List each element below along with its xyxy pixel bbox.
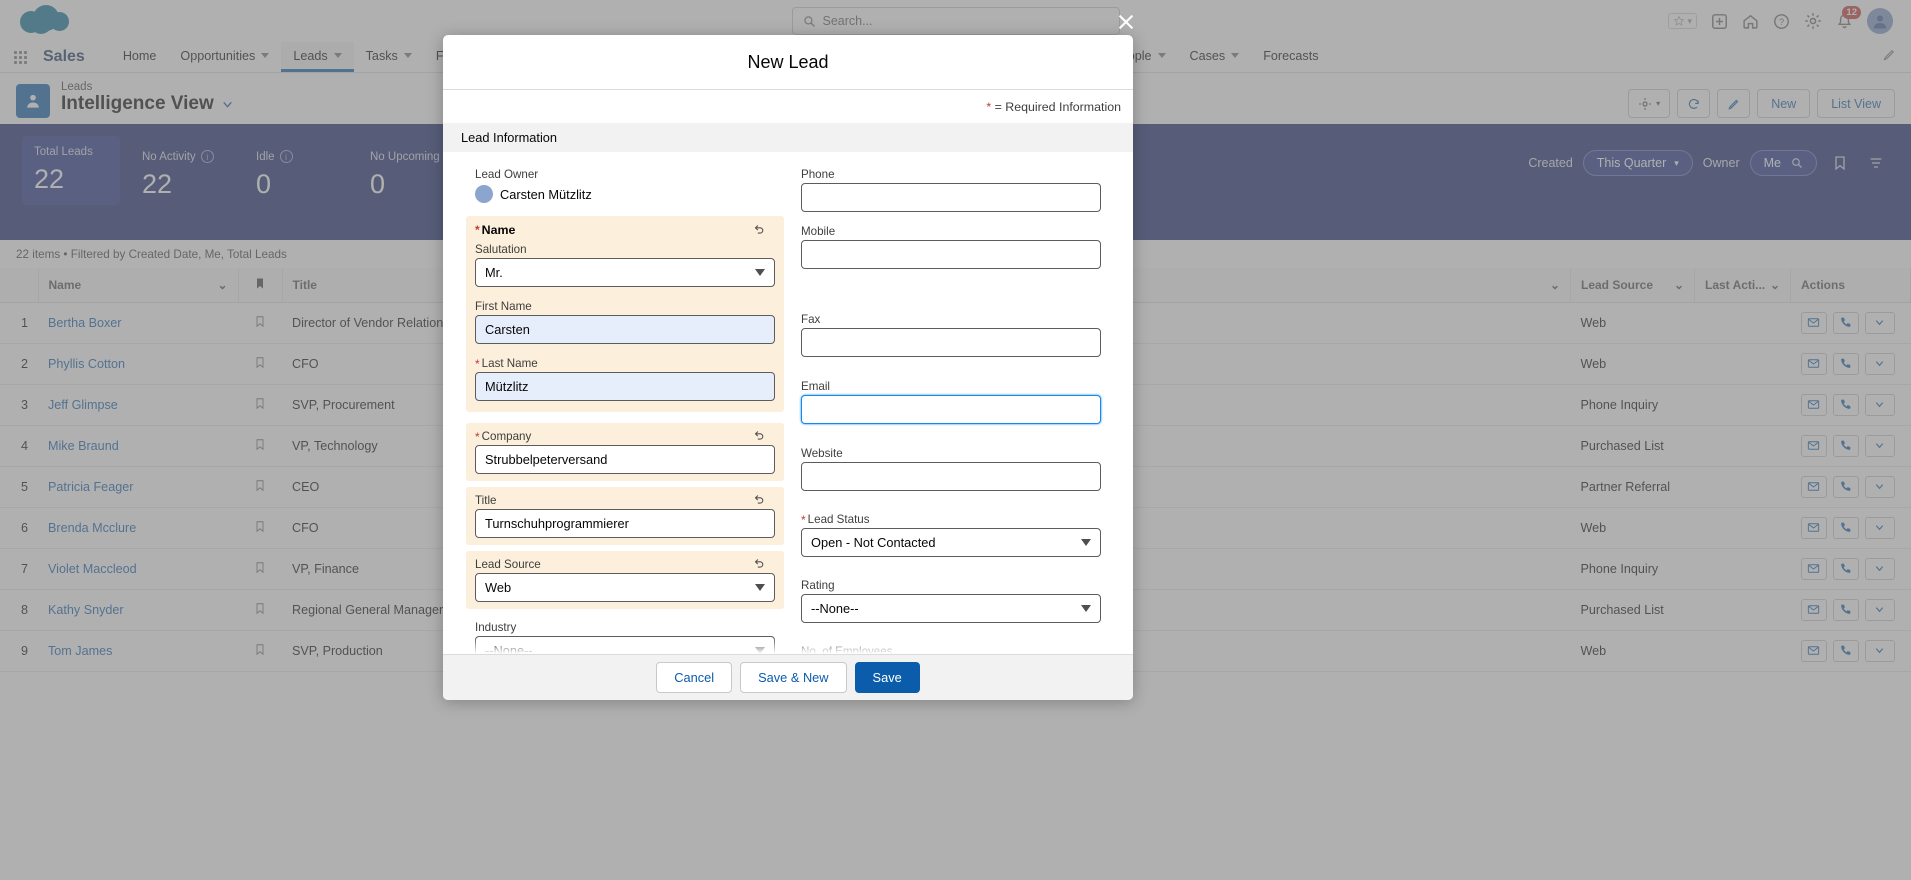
rating-value: --None-- — [811, 601, 859, 616]
field-phone: Phone — [801, 168, 1101, 212]
modal-title: New Lead — [747, 51, 829, 72]
website-input[interactable] — [801, 462, 1101, 491]
close-icon[interactable] — [1113, 9, 1139, 35]
field-website: Website — [801, 447, 1101, 491]
modal-footer: Cancel Save & New Save — [443, 654, 1133, 700]
field-fax: Fax — [801, 313, 1101, 357]
field-label: No. of Employees — [801, 645, 893, 654]
undo-icon[interactable] — [752, 492, 766, 510]
field-num-employees: No. of Employees — [801, 645, 1101, 654]
field-last-name: * Last Name Mützlitz — [475, 357, 775, 401]
save-and-new-button[interactable]: Save & New — [740, 662, 847, 693]
mobile-input[interactable] — [801, 240, 1101, 269]
required-star: * — [475, 429, 480, 444]
section-header-lead-information: Lead Information — [443, 123, 1133, 152]
company-label: Company — [481, 430, 532, 443]
required-info-note: * = Required Information — [443, 90, 1133, 123]
lead-owner-value-row: Carsten Mützlitz — [475, 183, 775, 203]
title-field-wrap: Title Turnschuhprogrammierer — [466, 487, 784, 545]
field-label: Fax — [801, 313, 821, 326]
chevron-down-icon — [755, 584, 765, 591]
field-salutation: Salutation Mr. — [475, 243, 775, 287]
field-label: * Lead Status — [801, 513, 1101, 526]
field-mobile: Mobile — [801, 225, 1101, 269]
modal-body: Lead Owner Carsten Mützlitz * Name Salut… — [443, 152, 1133, 654]
field-email: Email — [801, 380, 1101, 424]
first-name-input[interactable]: Carsten — [475, 315, 775, 344]
required-star: * — [801, 512, 806, 527]
lead-source-field-wrap: Lead Source Web — [466, 551, 784, 609]
field-label: Phone — [801, 168, 835, 181]
new-lead-modal: New Lead * = Required Information Lead I… — [443, 35, 1133, 700]
salesforce-app: Search... ▾ ? — [0, 0, 1911, 880]
field-label: Title — [475, 494, 497, 507]
field-label: Lead Source — [475, 558, 541, 571]
phone-input[interactable] — [801, 183, 1101, 212]
undo-icon[interactable] — [752, 428, 766, 446]
chevron-down-icon — [1081, 539, 1091, 546]
salutation-value: Mr. — [485, 265, 503, 280]
modal-left-column: Lead Owner Carsten Mützlitz * Name Salut… — [466, 168, 784, 654]
modal-header: New Lead — [443, 35, 1133, 90]
name-group-label-row: * Name — [475, 223, 775, 237]
lead-status-value: Open - Not Contacted — [811, 535, 936, 550]
modal-right-column: Phone Mobile Fax Email Website * Lead St… — [801, 168, 1101, 654]
field-lead-owner: Lead Owner Carsten Mützlitz — [475, 168, 775, 203]
industry-select[interactable]: --None-- — [475, 636, 775, 654]
first-name-value: Carsten — [485, 322, 530, 337]
field-rating: Rating --None-- — [801, 579, 1101, 623]
field-label: Industry — [475, 621, 517, 634]
field-label: Rating — [801, 579, 835, 592]
rating-select[interactable]: --None-- — [801, 594, 1101, 623]
name-group-label: Name — [481, 223, 516, 237]
required-info-text: = Required Information — [994, 100, 1121, 114]
lead-owner-value: Carsten Mützlitz — [500, 186, 592, 202]
lead-status-select[interactable]: Open - Not Contacted — [801, 528, 1101, 557]
save-button[interactable]: Save — [854, 662, 920, 693]
title-value: Turnschuhprogrammierer — [485, 516, 629, 531]
field-label: First Name — [475, 300, 532, 313]
field-label: Website — [801, 447, 843, 460]
chevron-down-icon — [1081, 605, 1091, 612]
lead-source-select[interactable]: Web — [475, 573, 775, 602]
chevron-down-icon — [755, 647, 765, 654]
field-industry: Industry --None-- — [475, 621, 775, 654]
field-title: Title Turnschuhprogrammierer — [475, 494, 775, 538]
industry-value: --None-- — [485, 643, 533, 654]
last-name-input[interactable]: Mützlitz — [475, 372, 775, 401]
company-input[interactable]: Strubbelpeterversand — [475, 445, 775, 474]
email-input[interactable] — [801, 395, 1101, 424]
field-label: * Last Name — [475, 357, 775, 370]
field-first-name: First Name Carsten — [475, 300, 775, 344]
field-label: * Company — [475, 430, 775, 443]
title-input[interactable]: Turnschuhprogrammierer — [475, 509, 775, 538]
field-label: Email — [801, 380, 830, 393]
last-name-label: Last Name — [481, 357, 538, 370]
field-company: * Company Strubbelpeterversand — [475, 430, 775, 474]
field-label: Lead Owner — [475, 168, 539, 181]
field-label: Salutation — [475, 243, 527, 256]
field-lead-source: Lead Source Web — [475, 558, 775, 602]
name-field-group: * Name Salutation Mr. First Name Carsten… — [466, 216, 784, 412]
required-star: * — [475, 356, 480, 371]
last-name-value: Mützlitz — [485, 379, 529, 394]
required-star: * — [475, 223, 480, 237]
avatar-icon — [475, 185, 493, 203]
company-value: Strubbelpeterversand — [485, 452, 608, 467]
cancel-button[interactable]: Cancel — [656, 662, 733, 693]
fax-input[interactable] — [801, 328, 1101, 357]
required-star: * — [986, 100, 992, 114]
field-label: * Name — [475, 223, 775, 237]
field-label: Mobile — [801, 225, 836, 238]
undo-icon[interactable] — [752, 556, 766, 574]
undo-icon[interactable] — [752, 222, 766, 240]
company-field-wrap: * Company Strubbelpeterversand — [466, 423, 784, 481]
lead-status-label: Lead Status — [807, 513, 870, 526]
field-lead-status: * Lead Status Open - Not Contacted — [801, 513, 1101, 557]
salutation-select[interactable]: Mr. — [475, 258, 775, 287]
lead-source-value: Web — [485, 580, 512, 595]
chevron-down-icon — [755, 269, 765, 276]
